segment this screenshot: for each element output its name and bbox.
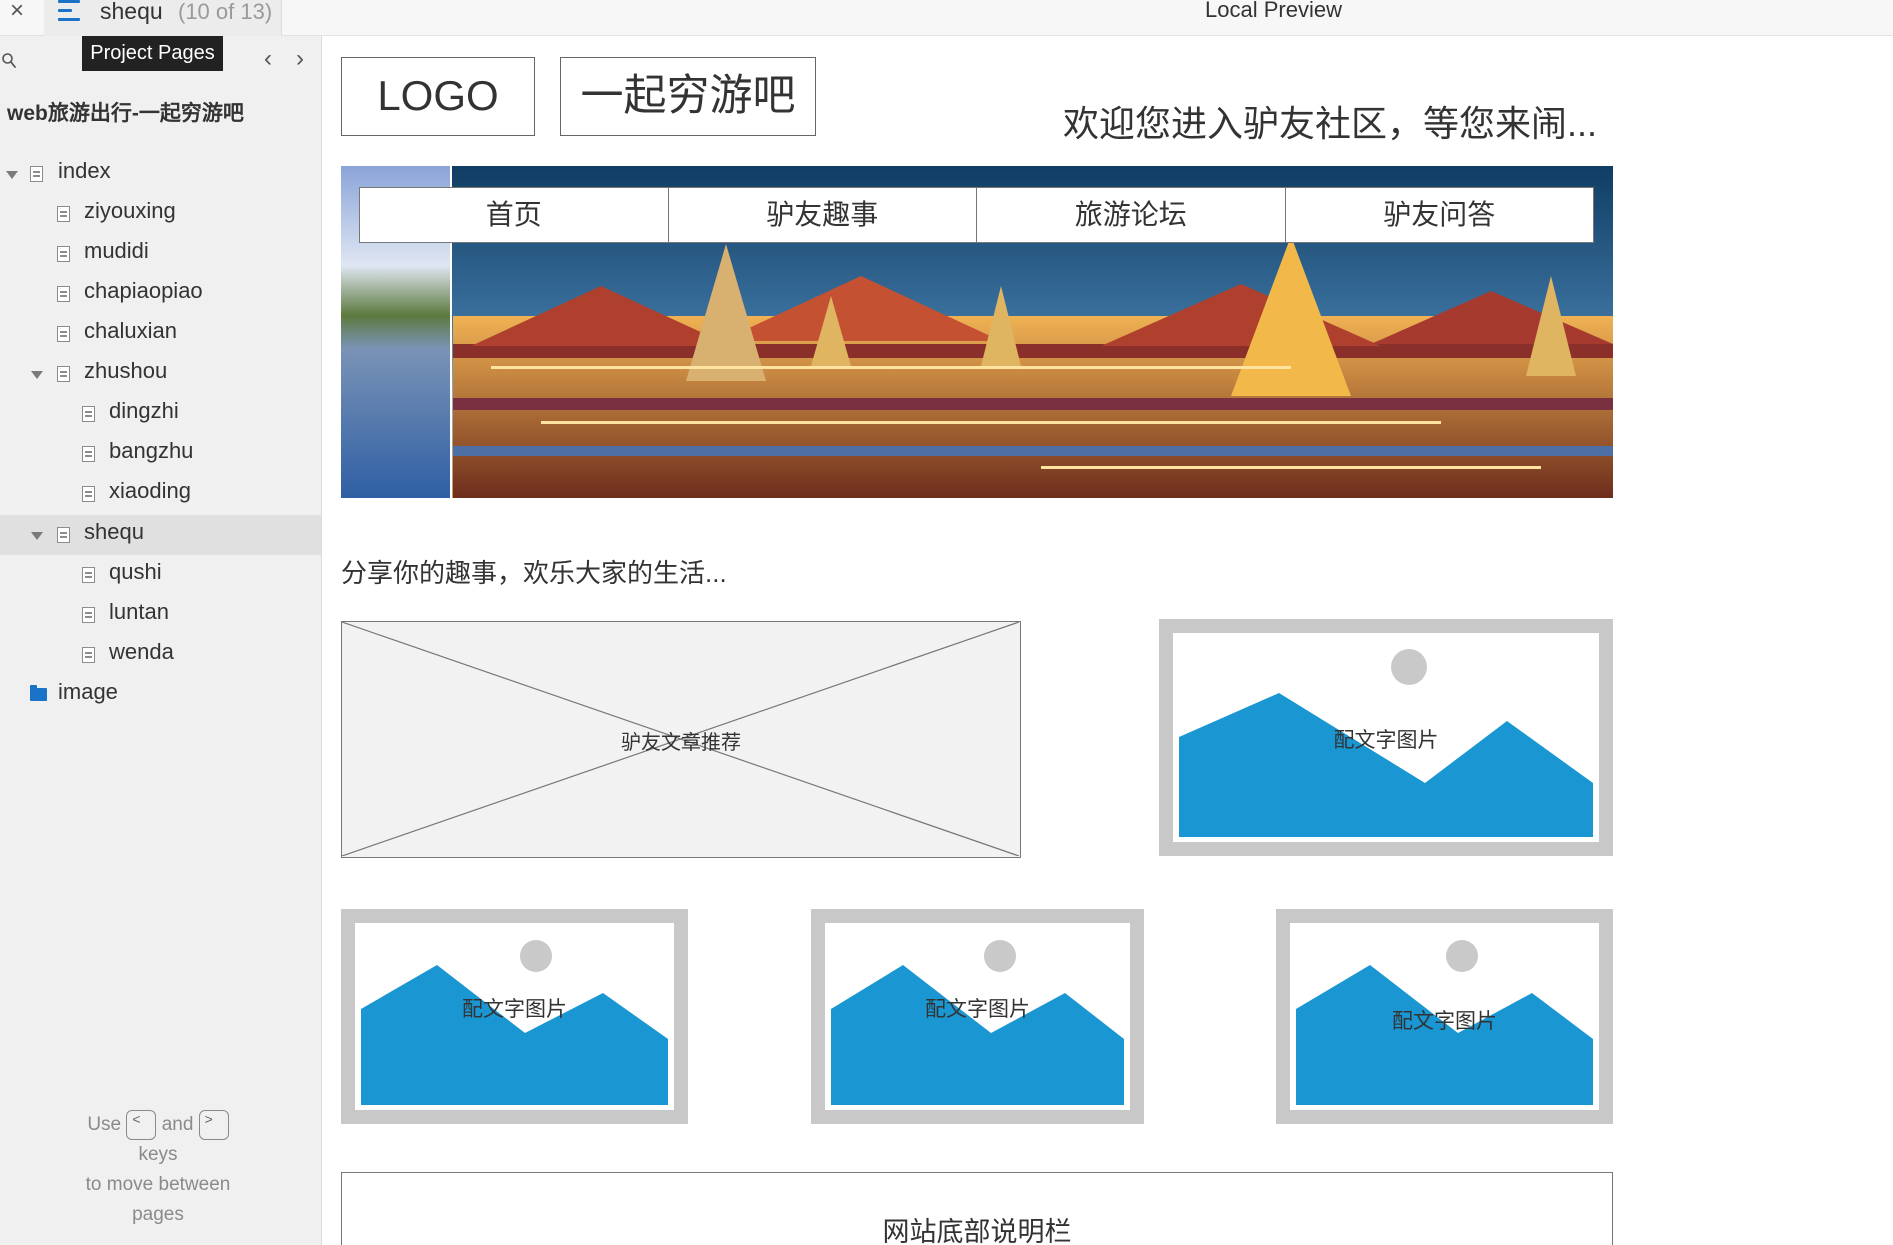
image-placeholder: 配文字图片 xyxy=(341,909,688,1124)
hint-use: Use xyxy=(87,1114,122,1136)
tree-item-label: dingzhi xyxy=(109,398,179,423)
hint-and: and xyxy=(161,1114,194,1136)
preview-canvas: LOGO 一起穷游吧 欢迎您进入驴友社区，等您来闹... 首页 驴友趣事 旅游论… xyxy=(323,37,1893,1245)
brand-name-box: 一起穷游吧 xyxy=(560,57,816,136)
image-placeholder: 配文字图片 xyxy=(1276,909,1613,1124)
image-caption: 配文字图片 xyxy=(925,998,1030,1021)
preview-toolbar: × shequ (10 of 13) Local Preview xyxy=(0,0,1893,36)
keyboard-hint: Use < and > keys to move between pages xyxy=(0,1110,316,1230)
logo-placeholder: LOGO xyxy=(341,57,535,136)
main-nav: 首页 驴友趣事 旅游论坛 驴友问答 xyxy=(359,187,1594,243)
folder-icon xyxy=(30,685,47,701)
tree-item-label: bangzhu xyxy=(109,438,194,463)
tree-item-dingzhi[interactable]: dingzhi xyxy=(0,394,321,434)
tree-item-label: shequ xyxy=(84,519,144,544)
left-key-icon: < xyxy=(126,1110,157,1140)
article-recommendation-placeholder: 驴友文章推荐 xyxy=(341,621,1021,858)
nav-fun-stories[interactable]: 驴友趣事 xyxy=(669,188,977,242)
tree-item-label: image xyxy=(58,679,118,704)
tree-item-label: xiaoding xyxy=(109,478,191,503)
tree-item-label: mudidi xyxy=(84,238,149,263)
nav-travel-forum[interactable]: 旅游论坛 xyxy=(977,188,1286,242)
tree-item-label: zhushou xyxy=(84,358,168,383)
current-page-name: shequ xyxy=(100,0,163,24)
tree-item-label: chaluxian xyxy=(84,318,177,343)
footer-text: 网站底部说明栏 xyxy=(882,1217,1072,1245)
nav-home[interactable]: 首页 xyxy=(360,188,669,242)
collapse-caret-icon[interactable] xyxy=(6,171,18,179)
preview-title: Local Preview xyxy=(1205,0,1342,22)
next-page-button[interactable]: › xyxy=(290,47,310,72)
page-icon xyxy=(57,527,70,543)
image-placeholder: 配文字图片 xyxy=(1159,619,1613,856)
tree-item-shequ[interactable]: shequ xyxy=(0,515,321,555)
hint-keys: keys xyxy=(138,1144,178,1166)
tree-item-label: luntan xyxy=(109,599,169,624)
tree-item-label: chapiaopiao xyxy=(84,278,203,303)
page-icon xyxy=(57,286,70,302)
page-icon xyxy=(57,326,70,342)
nav-qa[interactable]: 驴友问答 xyxy=(1286,188,1594,242)
page-icon xyxy=(57,246,70,262)
page-icon xyxy=(82,567,95,583)
right-key-icon: > xyxy=(198,1110,229,1140)
tree-item-image[interactable]: image xyxy=(0,675,321,715)
image-caption: 配文字图片 xyxy=(462,998,567,1021)
page-count: (10 of 13) xyxy=(178,0,273,24)
image-caption: 配文字图片 xyxy=(1333,729,1439,752)
page-icon xyxy=(82,406,95,422)
welcome-text: 欢迎您进入驴友社区，等您来闹... xyxy=(1063,103,1598,144)
article-placeholder-label: 驴友文章推荐 xyxy=(621,732,741,754)
page-icon xyxy=(82,446,95,462)
hint-line4: pages xyxy=(132,1204,184,1226)
section-heading: 分享你的趣事，欢乐大家的生活... xyxy=(341,558,727,588)
tree-item-label: wenda xyxy=(109,639,174,664)
project-pages-tooltip: Project Pages xyxy=(82,36,223,71)
tree-item-mudidi[interactable]: mudidi xyxy=(0,234,321,274)
close-button[interactable]: × xyxy=(4,0,30,24)
tree-item-ziyouxing[interactable]: ziyouxing xyxy=(0,194,321,234)
tree-item-luntan[interactable]: luntan xyxy=(0,595,321,635)
project-title: web旅游出行-一起穷游吧 xyxy=(7,102,244,125)
tree-item-bangzhu[interactable]: bangzhu xyxy=(0,434,321,474)
hint-line3: to move between xyxy=(85,1174,231,1196)
tree-item-qushi[interactable]: qushi xyxy=(0,555,321,595)
search-icon[interactable] xyxy=(1,52,17,70)
site-footer: 网站底部说明栏 xyxy=(341,1172,1613,1245)
page-icon xyxy=(30,166,43,182)
tree-item-label: ziyouxing xyxy=(84,198,176,223)
image-placeholder: 配文字图片 xyxy=(811,909,1144,1124)
previous-page-button[interactable]: ‹ xyxy=(258,47,278,72)
page-icon xyxy=(57,206,70,222)
tree-item-label: qushi xyxy=(109,559,162,584)
image-caption: 配文字图片 xyxy=(1392,1010,1497,1033)
page-icon xyxy=(82,607,95,623)
project-pages-sidebar: Project Pages ‹ › web旅游出行-一起穷游吧 index zi… xyxy=(0,36,322,1245)
tree-item-chaluxian[interactable]: chaluxian xyxy=(0,314,321,354)
tree-item-index[interactable]: index xyxy=(0,154,321,194)
tree-item-xiaoding[interactable]: xiaoding xyxy=(0,474,321,514)
page-icon xyxy=(57,366,70,382)
tree-item-zhushou[interactable]: zhushou xyxy=(0,354,321,394)
tree-item-chapiaopiao[interactable]: chapiaopiao xyxy=(0,274,321,314)
hamburger-menu-icon[interactable] xyxy=(58,0,82,24)
page-icon xyxy=(82,647,95,663)
tree-item-label: index xyxy=(58,158,111,183)
collapse-caret-icon[interactable] xyxy=(31,371,43,379)
page-icon xyxy=(82,486,95,502)
page-selector-tab[interactable]: shequ (10 of 13) xyxy=(44,0,282,36)
tree-item-wenda[interactable]: wenda xyxy=(0,635,321,675)
collapse-caret-icon[interactable] xyxy=(31,532,43,540)
